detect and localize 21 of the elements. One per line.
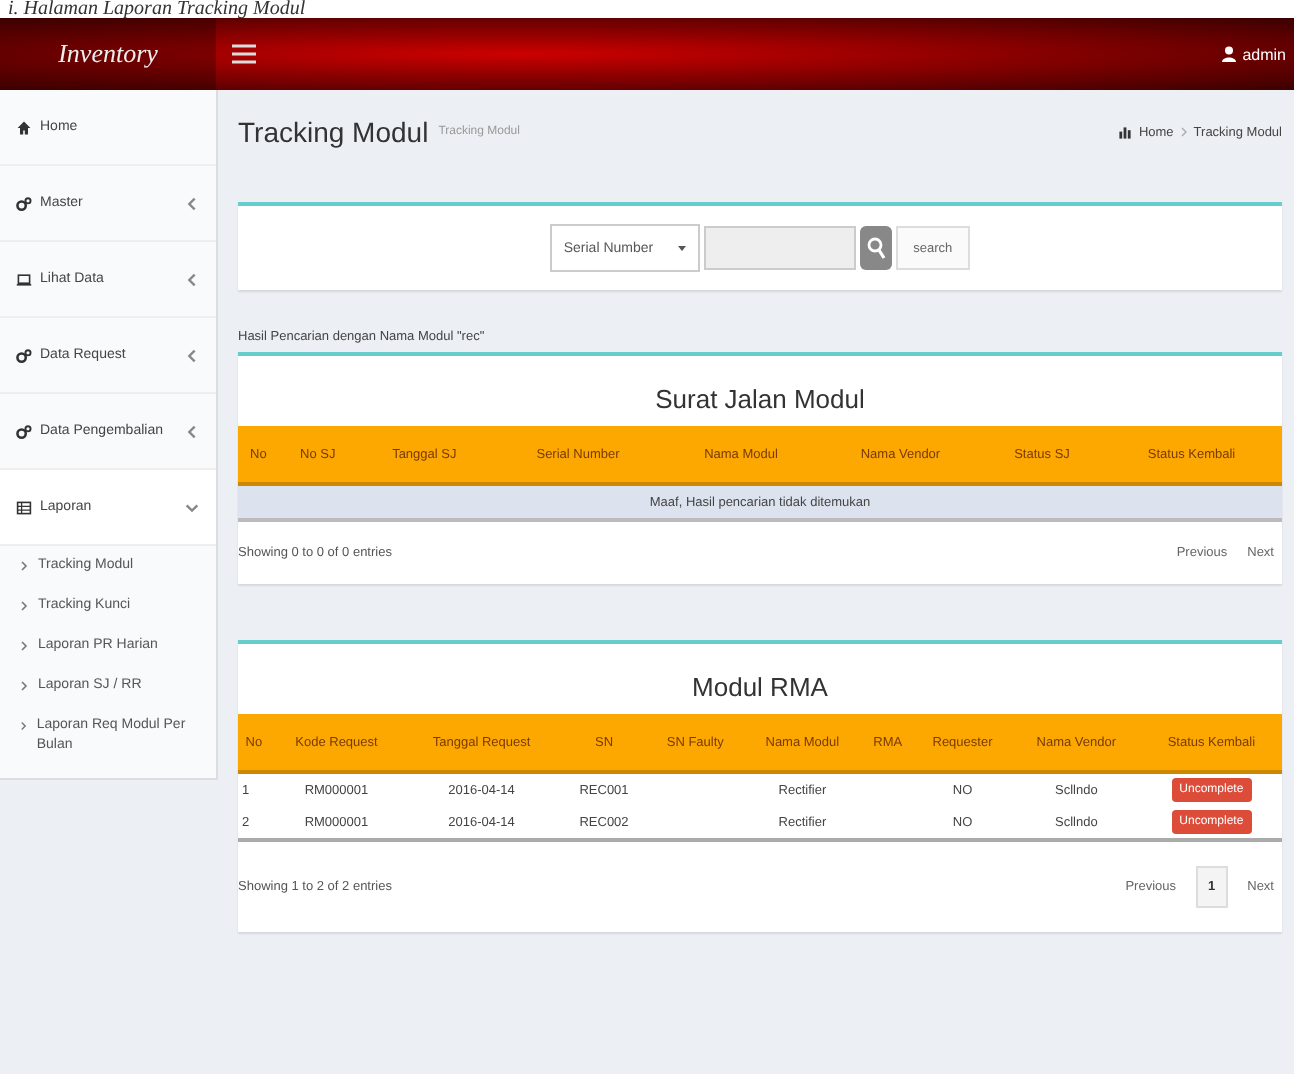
laptop-icon <box>16 271 32 287</box>
caret-icon <box>677 244 686 252</box>
user-name: admin <box>1242 45 1286 63</box>
section-title: Modul RMA <box>690 670 830 706</box>
search-field[interactable] <box>703 226 856 270</box>
section-title: Surat Jalan Modul <box>653 382 867 418</box>
menu-icon[interactable] <box>232 44 256 64</box>
brand-logo[interactable]: Inventory <box>0 18 216 90</box>
user-menu[interactable]: admin <box>1222 45 1294 63</box>
page-title: Tracking Modul <box>238 116 429 148</box>
gears-icon <box>16 195 32 211</box>
search-icon-button[interactable] <box>859 226 892 270</box>
user-icon <box>1222 46 1237 62</box>
gears-icon <box>16 347 32 363</box>
gears-icon <box>16 423 32 439</box>
document-caption: i. Halaman Laporan Tracking Modul <box>0 0 1294 18</box>
chevron-right-icon <box>1179 126 1188 138</box>
search-icon <box>865 236 886 260</box>
dashboard-icon <box>1118 125 1133 139</box>
table-icon <box>16 499 32 515</box>
home-icon <box>16 119 32 135</box>
